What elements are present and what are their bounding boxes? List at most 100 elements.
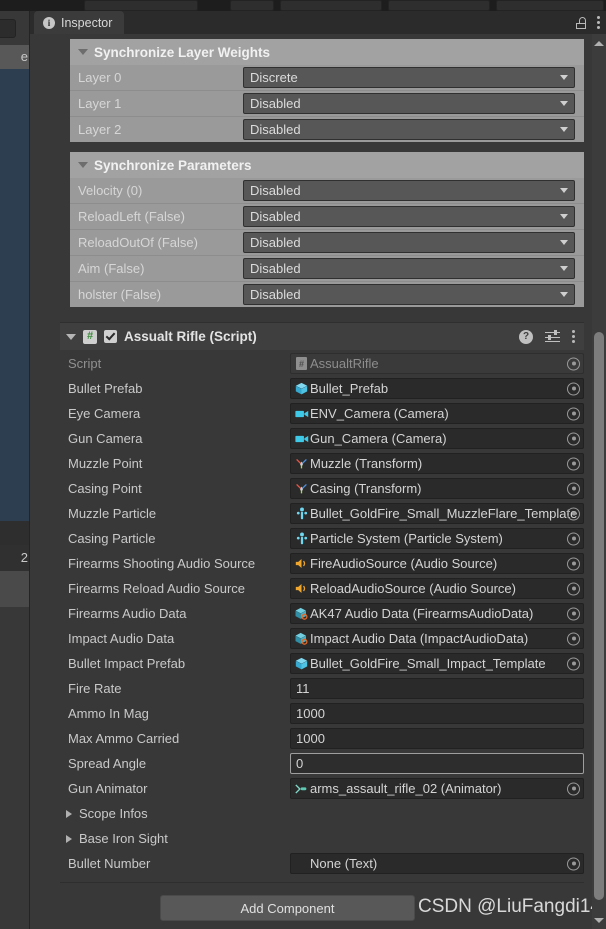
kebab-menu-icon[interactable]	[572, 330, 575, 343]
kebab-menu-icon[interactable]	[597, 16, 600, 29]
scrollbar-thumb[interactable]	[594, 332, 604, 900]
property-object-field[interactable]: Impact Audio Data (ImpactAudioData)	[290, 628, 584, 649]
section-header-sync-layer-weights[interactable]: Synchronize Layer Weights	[70, 39, 584, 65]
object-picker-icon[interactable]	[567, 632, 580, 645]
toolbar-button[interactable]	[84, 0, 198, 11]
property-object-field[interactable]: # AssualtRifle	[290, 353, 584, 374]
camera-icon	[294, 410, 308, 417]
object-picker-icon[interactable]	[567, 582, 580, 595]
property-number-input[interactable]: 0	[290, 753, 584, 774]
property-value: ENV_Camera (Camera)	[310, 406, 449, 421]
property-number-input[interactable]: 1000	[290, 703, 584, 724]
help-icon[interactable]: ?	[519, 329, 533, 344]
property-label: Bullet Impact Prefab	[68, 656, 186, 671]
chevron-down-icon[interactable]	[66, 333, 76, 340]
property-object-field[interactable]: None (Text)	[290, 853, 584, 874]
object-picker-icon[interactable]	[567, 607, 580, 620]
scroll-up-arrow-icon[interactable]	[592, 36, 606, 50]
lock-icon[interactable]	[576, 16, 586, 29]
property-object-field[interactable]: Particle System (Particle System)	[290, 528, 584, 549]
property-label: Firearms Shooting Audio Source	[68, 556, 256, 571]
object-type-icon	[294, 482, 309, 495]
object-picker-icon[interactable]	[567, 782, 580, 795]
property-object-field[interactable]: Casing (Transform)	[290, 478, 584, 499]
property-object-field[interactable]: Bullet_Prefab	[290, 378, 584, 399]
left-panel-row[interactable]	[0, 571, 30, 607]
sync-layer-row: Layer 1 Disabled	[70, 91, 584, 117]
object-picker-icon[interactable]	[567, 507, 580, 520]
toolbar-button[interactable]	[230, 0, 274, 11]
toolbar-button[interactable]	[280, 0, 382, 11]
component-enabled-checkbox[interactable]	[104, 330, 117, 343]
object-picker-icon[interactable]	[567, 407, 580, 420]
section-synchronize-parameters: Synchronize Parameters Velocity (0) Disa…	[70, 152, 584, 307]
prefab-cube-icon	[295, 382, 308, 395]
property-value: None (Text)	[310, 856, 378, 871]
object-picker-icon[interactable]	[567, 382, 580, 395]
add-component-button[interactable]: Add Component	[160, 895, 415, 921]
left-panel-selected-row[interactable]	[0, 69, 30, 521]
left-panel-row[interactable]: 2	[0, 545, 30, 571]
property-label[interactable]: Scope Infos	[60, 806, 282, 821]
scriptable-object-icon	[295, 632, 308, 645]
object-picker-icon[interactable]	[567, 357, 580, 370]
sync-parameter-dropdown[interactable]: Disabled	[243, 180, 575, 201]
sync-parameter-dropdown[interactable]: Disabled	[243, 232, 575, 253]
object-picker-icon[interactable]	[567, 457, 580, 470]
section-header-sync-parameters[interactable]: Synchronize Parameters	[70, 152, 584, 178]
sync-parameter-row: Aim (False) Disabled	[70, 256, 584, 282]
sync-parameter-label: ReloadOutOf (False)	[78, 235, 198, 250]
sync-parameter-dropdown[interactable]: Disabled	[243, 206, 575, 227]
sync-layer-dropdown[interactable]: Disabled	[243, 93, 575, 114]
left-panel-row[interactable]: e	[0, 45, 30, 69]
property-number-input[interactable]: 11	[290, 678, 584, 699]
object-type-icon	[294, 457, 309, 470]
property-label[interactable]: Base Iron Sight	[60, 831, 282, 846]
object-picker-icon[interactable]	[567, 432, 580, 445]
object-picker-icon[interactable]	[567, 857, 580, 870]
property-row: Firearms Shooting Audio Source FireAudioS…	[60, 551, 584, 576]
object-type-icon	[294, 434, 309, 444]
property-row: Eye Camera ENV_Camera (Camera)	[60, 401, 584, 426]
sync-parameter-dropdown[interactable]: Disabled	[243, 258, 575, 279]
component-header-assault-rifle[interactable]: # Assualt Rifle (Script) ?	[60, 322, 584, 350]
scroll-down-arrow-icon[interactable]	[592, 913, 606, 927]
object-type-icon	[294, 382, 309, 395]
property-object-field[interactable]: Gun_Camera (Camera)	[290, 428, 584, 449]
sync-parameter-dropdown[interactable]: Disabled	[243, 284, 575, 305]
tab-inspector[interactable]: i Inspector	[34, 11, 125, 34]
audio-source-icon	[295, 559, 306, 568]
chevron-right-icon[interactable]	[66, 809, 72, 818]
property-object-field[interactable]: FireAudioSource (Audio Source)	[290, 553, 584, 574]
property-object-field[interactable]: ReloadAudioSource (Audio Source)	[290, 578, 584, 599]
property-object-field[interactable]: Bullet_GoldFire_Small_Impact_Template	[290, 653, 584, 674]
chevron-down-icon[interactable]	[78, 162, 88, 168]
property-object-field[interactable]: AK47 Audio Data (FirearmsAudioData)	[290, 603, 584, 624]
left-panel-row[interactable]	[0, 521, 30, 545]
sync-layer-dropdown[interactable]: Discrete	[243, 67, 575, 88]
object-picker-icon[interactable]	[567, 557, 580, 570]
chevron-right-icon[interactable]	[66, 834, 72, 843]
vertical-scrollbar[interactable]	[592, 34, 606, 929]
property-row: Base Iron Sight	[60, 826, 584, 851]
property-object-field[interactable]: Muzzle (Transform)	[290, 453, 584, 474]
object-picker-icon[interactable]	[567, 532, 580, 545]
section-title: Synchronize Parameters	[94, 157, 252, 173]
property-row: Firearms Audio Data AK47 Audio Data (Fire…	[60, 601, 584, 626]
property-object-field[interactable]: ENV_Camera (Camera)	[290, 403, 584, 424]
toolbar-button[interactable]	[496, 0, 604, 11]
toolbar-button[interactable]	[388, 0, 490, 11]
chevron-down-icon[interactable]	[78, 49, 88, 55]
left-panel-search-field[interactable]	[0, 19, 16, 38]
left-panel-row-fragment: e	[20, 49, 28, 64]
property-object-field[interactable]: Bullet_GoldFire_Small_MuzzleFlare_Templa…	[290, 503, 584, 524]
property-object-field[interactable]: arms_assault_rifle_02 (Animator)	[290, 778, 584, 799]
object-type-icon	[294, 657, 309, 670]
preset-icon[interactable]	[545, 330, 560, 343]
object-picker-icon[interactable]	[567, 657, 580, 670]
sync-layer-row: Layer 2 Disabled	[70, 117, 584, 142]
object-picker-icon[interactable]	[567, 482, 580, 495]
property-number-input[interactable]: 1000	[290, 728, 584, 749]
sync-layer-dropdown[interactable]: Disabled	[243, 119, 575, 140]
property-label-text: Base Iron Sight	[79, 831, 168, 846]
